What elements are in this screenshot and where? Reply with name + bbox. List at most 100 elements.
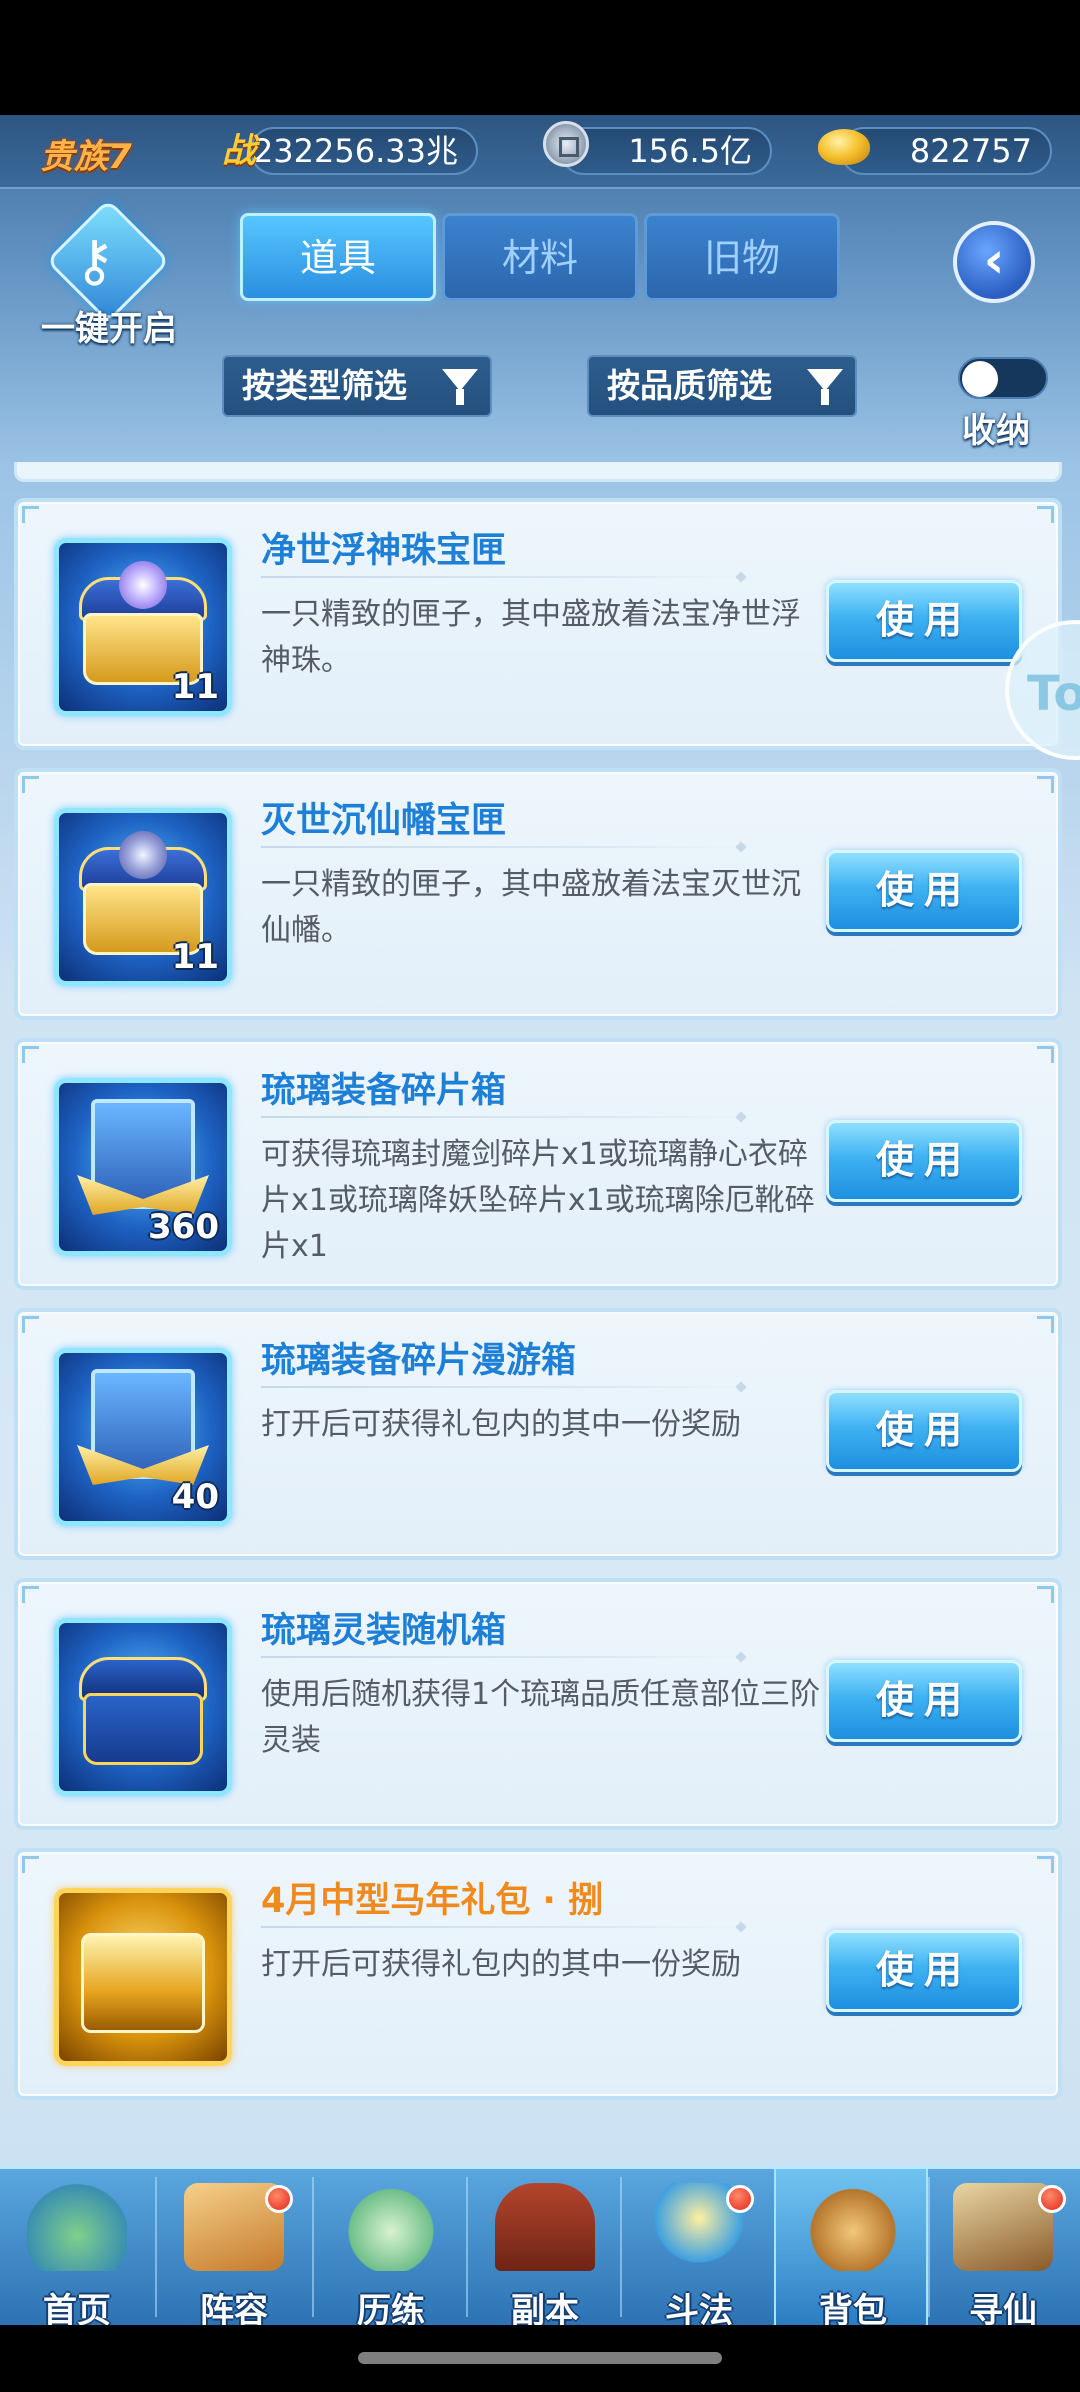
item-count: 11 bbox=[171, 937, 219, 977]
filter-by-quality-label: 按品质筛选 bbox=[607, 366, 772, 405]
tab-relics[interactable]: 旧物 bbox=[644, 213, 840, 301]
gold-ingot-pill[interactable]: 822757 bbox=[840, 127, 1052, 175]
nav-item-home[interactable]: 首页 bbox=[0, 2169, 154, 2325]
use-button[interactable]: 使用 bbox=[826, 1660, 1022, 1742]
bag-icon bbox=[803, 2183, 903, 2271]
nav-item-lineup[interactable]: 阵容 bbox=[157, 2169, 311, 2325]
divider bbox=[261, 1116, 741, 1118]
toggle-knob bbox=[962, 361, 998, 397]
use-button[interactable]: 使用 bbox=[826, 1120, 1022, 1202]
use-button[interactable]: 使用 bbox=[826, 580, 1022, 662]
banner-gem-shape bbox=[119, 831, 167, 879]
item-description: 打开后可获得礼包内的其中一份奖励 bbox=[261, 1407, 741, 1442]
bottom-nav: 首页 阵容 历练 副本 斗法 背包 寻仙 bbox=[0, 2165, 1080, 2325]
use-button[interactable]: 使用 bbox=[826, 850, 1022, 932]
item-count: 40 bbox=[171, 1477, 219, 1517]
back-button[interactable]: ‹ bbox=[953, 221, 1035, 303]
home-indicator[interactable] bbox=[358, 2352, 722, 2364]
item-description: 可获得琉璃封魔剑碎片x1或琉璃静心衣碎片x1或琉璃降妖坠碎片x1或琉璃除厄靴碎片… bbox=[261, 1137, 815, 1264]
treasure-chest-banner-icon[interactable]: 11 bbox=[54, 808, 232, 986]
collapse-toggle[interactable] bbox=[958, 357, 1048, 399]
nav-label: 背包 bbox=[819, 2291, 887, 2325]
nav-item-bag[interactable]: 背包 bbox=[774, 2169, 928, 2325]
combat-power-pill: 232256.33兆 bbox=[250, 127, 478, 175]
collapse-toggle-label: 收纳 bbox=[962, 411, 1030, 451]
item-name: 灭世沉仙幡宝匣 bbox=[261, 801, 507, 841]
treasure-chest-orb-icon[interactable]: 11 bbox=[54, 538, 232, 716]
item-name: 4月中型马年礼包 · 捌 bbox=[261, 1881, 604, 1921]
list-item: 11 净世浮神珠宝匣 一只精致的匣子，其中盛放着法宝净世浮神珠。 使用 bbox=[14, 498, 1062, 750]
noble-rank-badge[interactable]: 贵族7 bbox=[40, 129, 132, 178]
tab-props[interactable]: 道具 bbox=[240, 213, 436, 301]
list-item: 11 灭世沉仙幡宝匣 一只精致的匣子，其中盛放着法宝灭世沉仙幡。 使用 bbox=[14, 768, 1062, 1020]
item-name: 琉璃灵装随机箱 bbox=[261, 1611, 507, 1651]
gourd-icon bbox=[341, 2183, 441, 2271]
silver-coin-value: 156.5亿 bbox=[628, 132, 752, 170]
nav-label: 斗法 bbox=[665, 2291, 733, 2325]
one-click-open-button[interactable]: ⚷ 一键开启 bbox=[34, 198, 184, 353]
silver-coin-icon bbox=[543, 121, 589, 167]
nav-item-seek-immortal[interactable]: 寻仙 bbox=[926, 2169, 1080, 2325]
filter-by-type-label: 按类型筛选 bbox=[242, 366, 407, 405]
nav-label: 寻仙 bbox=[969, 2291, 1037, 2325]
divider bbox=[261, 846, 741, 848]
nav-label: 阵容 bbox=[200, 2291, 268, 2325]
chest-body-shape bbox=[83, 1693, 203, 1765]
item-count: 11 bbox=[171, 667, 219, 707]
tab-materials[interactable]: 材料 bbox=[442, 213, 638, 301]
mountain-island-icon bbox=[27, 2183, 127, 2271]
combat-power-value: 232256.33兆 bbox=[252, 132, 458, 170]
item-description: 打开后可获得礼包内的其中一份奖励 bbox=[261, 1947, 741, 1982]
silver-coin-pill[interactable]: 156.5亿 bbox=[560, 127, 772, 175]
orb-gem-shape bbox=[119, 561, 167, 609]
divider bbox=[261, 576, 741, 578]
gate-icon bbox=[495, 2183, 595, 2271]
item-name: 净世浮神珠宝匣 bbox=[261, 531, 507, 571]
item-name: 琉璃装备碎片箱 bbox=[261, 1071, 507, 1111]
item-description: 使用后随机获得1个琉璃品质任意部位三阶灵装 bbox=[261, 1677, 821, 1758]
nav-label: 首页 bbox=[43, 2291, 111, 2325]
equipment-fragment-box-icon[interactable]: 40 bbox=[54, 1348, 232, 1526]
filter-by-type-button[interactable]: 按类型筛选 bbox=[222, 355, 492, 417]
list-item: 4月中型马年礼包 · 捌 打开后可获得礼包内的其中一份奖励 使用 bbox=[14, 1848, 1062, 2100]
funnel-icon bbox=[442, 369, 478, 405]
gold-ingot-value: 822757 bbox=[909, 132, 1032, 170]
power-badge-icon: 战 bbox=[222, 131, 256, 171]
item-description: 一只精致的匣子，其中盛放着法宝灭世沉仙幡。 bbox=[261, 867, 801, 948]
gold-gift-chest-icon[interactable] bbox=[54, 1888, 232, 2066]
spirit-gear-chest-icon[interactable] bbox=[54, 1618, 232, 1796]
divider bbox=[261, 1386, 741, 1388]
divider bbox=[261, 1656, 741, 1658]
one-click-open-label: 一键开启 bbox=[41, 309, 177, 349]
use-button[interactable]: 使用 bbox=[826, 1390, 1022, 1472]
notification-dot-icon bbox=[265, 2185, 293, 2213]
status-bar-area bbox=[0, 0, 1080, 115]
resource-bar: 贵族7 232256.33兆 战 156.5亿 822757 bbox=[0, 115, 1080, 189]
key-icon: ⚷ bbox=[74, 229, 116, 294]
list-item: 360 琉璃装备碎片箱 可获得琉璃封魔剑碎片x1或琉璃静心衣碎片x1或琉璃降妖坠… bbox=[14, 1038, 1062, 1290]
item-description: 一只精致的匣子，其中盛放着法宝净世浮神珠。 bbox=[261, 597, 801, 678]
floating-assistant-glyph: To bbox=[1027, 666, 1080, 722]
nav-label: 副本 bbox=[511, 2291, 579, 2325]
nav-item-duel[interactable]: 斗法 bbox=[622, 2169, 776, 2325]
notification-dot-icon bbox=[1038, 2185, 1066, 2213]
gold-ingot-icon bbox=[818, 129, 870, 165]
nav-item-dungeon[interactable]: 副本 bbox=[468, 2169, 622, 2325]
gold-chest-shape bbox=[81, 1933, 205, 2033]
list-item: 40 琉璃装备碎片漫游箱 打开后可获得礼包内的其中一份奖励 使用 bbox=[14, 1308, 1062, 1560]
use-button[interactable]: 使用 bbox=[826, 1930, 1022, 2012]
previous-card-edge bbox=[14, 462, 1062, 482]
notification-dot-icon bbox=[726, 2185, 754, 2213]
item-count: 360 bbox=[148, 1207, 219, 1247]
inventory-screen: 贵族7 232256.33兆 战 156.5亿 822757 ⚷ 一键开启 道具… bbox=[0, 115, 1080, 2325]
filter-by-quality-button[interactable]: 按品质筛选 bbox=[587, 355, 857, 417]
back-arrow-icon: ‹ bbox=[983, 231, 1005, 289]
divider bbox=[261, 1926, 741, 1928]
funnel-icon bbox=[807, 369, 843, 405]
nav-label: 历练 bbox=[357, 2291, 425, 2325]
equipment-fragment-box-icon[interactable]: 360 bbox=[54, 1078, 232, 1256]
nav-item-training[interactable]: 历练 bbox=[314, 2169, 468, 2325]
item-list[interactable]: 11 净世浮神珠宝匣 一只精致的匣子，其中盛放着法宝净世浮神珠。 使用 11 灭… bbox=[0, 462, 1080, 2282]
list-item: 琉璃灵装随机箱 使用后随机获得1个琉璃品质任意部位三阶灵装 使用 bbox=[14, 1578, 1062, 1830]
item-name: 琉璃装备碎片漫游箱 bbox=[261, 1341, 577, 1381]
